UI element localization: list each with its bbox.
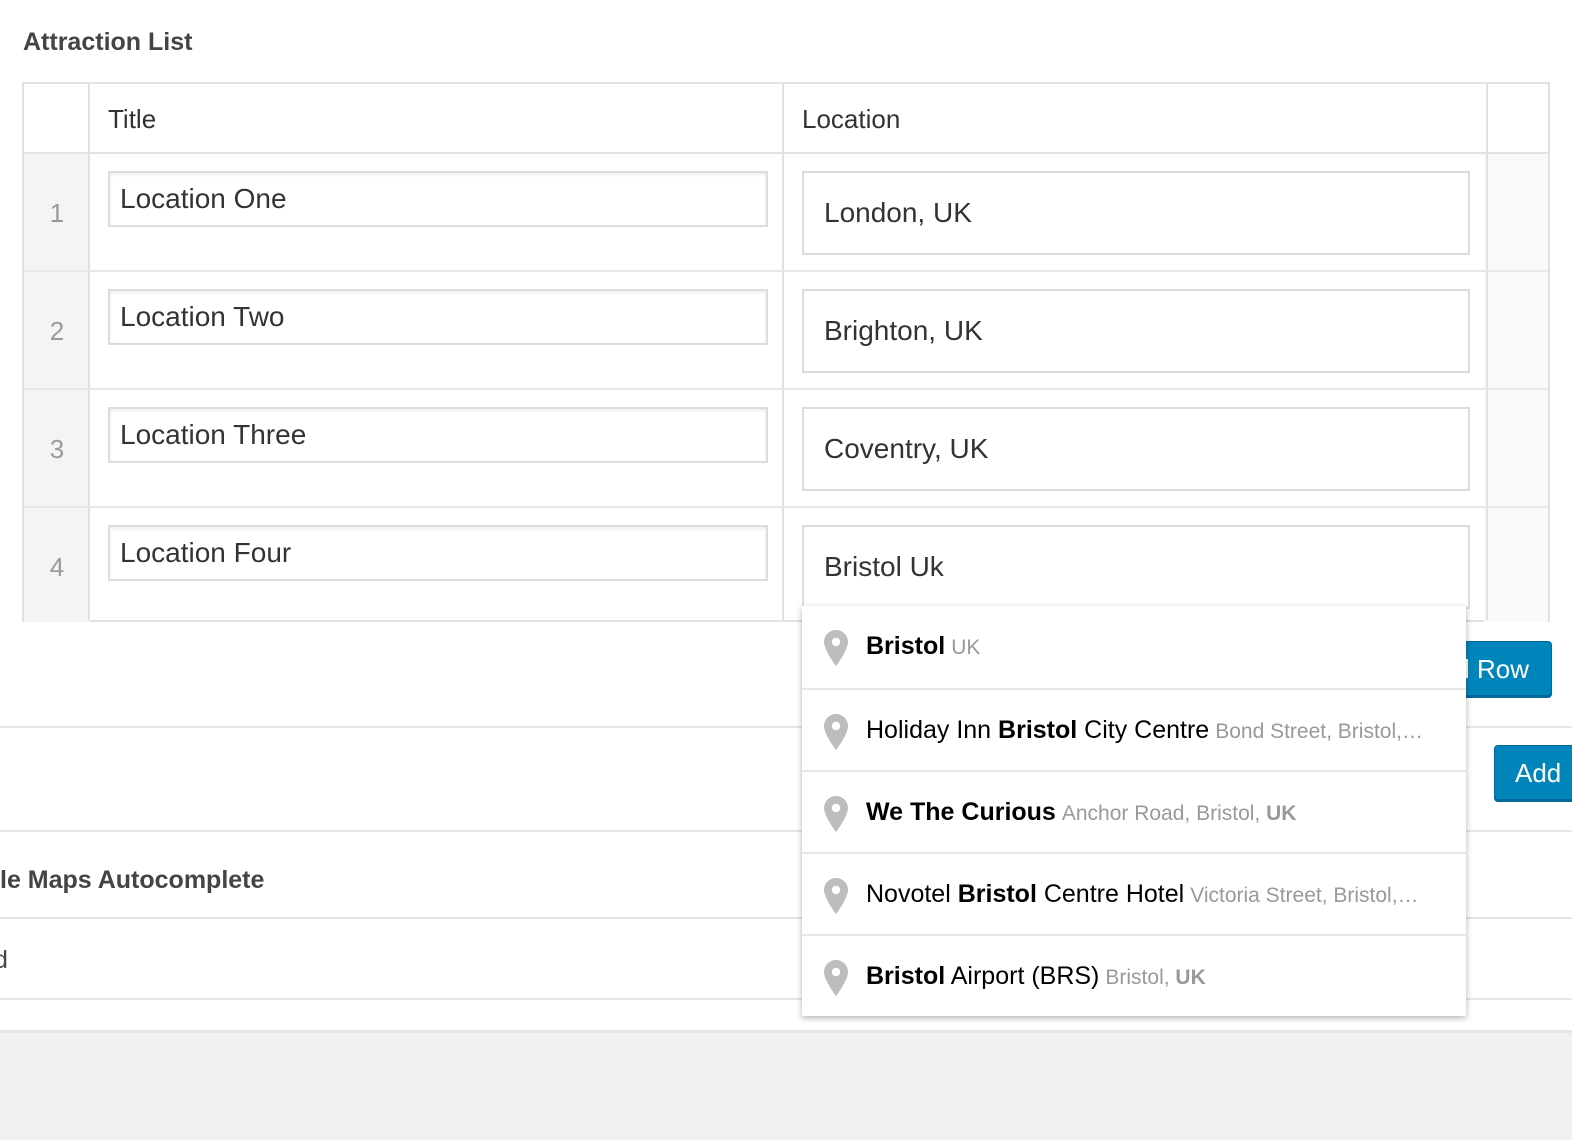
autocomplete-suggestion[interactable]: Novotel Bristol Centre Hotel Victoria Str… — [802, 852, 1466, 934]
map-pin-icon — [824, 878, 848, 914]
map-pin-icon — [824, 796, 848, 832]
map-pin-icon — [824, 960, 848, 996]
suggestion-main: Bristol Airport (BRS) — [866, 962, 1100, 990]
row-order-handle[interactable]: 1 — [24, 154, 90, 272]
suggestion-secondary: Anchor Road, Bristol, UK — [1061, 802, 1297, 825]
section-title: Attraction List — [23, 28, 193, 56]
autocomplete-suggestion[interactable]: Bristol Airport (BRS) Bristol, UK — [802, 934, 1466, 1016]
suggestion-text: Bristol UK — [866, 606, 1446, 688]
title-input[interactable] — [108, 525, 768, 581]
suggestion-text: Novotel Bristol Centre Hotel Victoria Str… — [866, 854, 1446, 934]
table-row: 2 — [24, 272, 1548, 390]
suggestion-main: We The Curious — [866, 798, 1056, 826]
suggestion-secondary: Bond Street, Bristol,… — [1215, 720, 1423, 743]
suggestion-secondary: Bristol, UK — [1105, 966, 1206, 989]
map-pin-icon — [824, 630, 848, 666]
table-header: Title Location — [24, 84, 1548, 154]
autocomplete-suggestion[interactable]: Bristol UK — [802, 606, 1466, 688]
autocomplete-suggestion[interactable]: Holiday Inn Bristol City Centre Bond Stre… — [802, 688, 1466, 770]
suggestion-text: We The Curious Anchor Road, Bristol, UK — [866, 772, 1446, 852]
column-header-location: Location — [802, 104, 901, 134]
suggestion-secondary: UK — [951, 636, 981, 659]
suggestion-main: Bristol — [866, 632, 946, 660]
suggestion-text: Bristol Airport (BRS) Bristol, UK — [866, 936, 1446, 1016]
title-input[interactable] — [108, 171, 768, 227]
field-row-text: d — [0, 946, 8, 974]
table-body: 1 2 3 4 — [24, 154, 1548, 622]
title-input[interactable] — [108, 289, 768, 345]
title-input[interactable] — [108, 407, 768, 463]
row-order-handle[interactable]: 2 — [24, 272, 90, 390]
field-group-heading: le Maps Autocomplete — [0, 866, 265, 894]
suggestion-main: Novotel Bristol Centre Hotel — [866, 880, 1185, 908]
autocomplete-suggestion[interactable]: We The Curious Anchor Road, Bristol, UK — [802, 770, 1466, 852]
row-order-handle[interactable]: 4 — [24, 508, 90, 626]
add-button[interactable]: Add — [1494, 745, 1572, 800]
location-input[interactable] — [802, 525, 1470, 609]
table-row: 1 — [24, 154, 1548, 272]
page: Attraction List Title Location 1 2 — [0, 0, 1572, 1140]
row-order-handle[interactable]: 3 — [24, 390, 90, 508]
map-pin-icon — [824, 714, 848, 750]
table-row: 3 — [24, 390, 1548, 508]
autocomplete-dropdown: Bristol UK Holiday Inn Bristol City Centr… — [802, 606, 1466, 1016]
suggestion-text: Holiday Inn Bristol City Centre Bond Stre… — [866, 690, 1446, 770]
location-input[interactable] — [802, 171, 1470, 255]
suggestion-secondary: Victoria Street, Bristol,… — [1190, 884, 1419, 907]
suggestion-main: Holiday Inn Bristol City Centre — [866, 716, 1210, 744]
column-header-title: Title — [108, 104, 157, 134]
location-input[interactable] — [802, 407, 1470, 491]
location-input[interactable] — [802, 289, 1470, 373]
attraction-repeater-table: Title Location 1 2 3 — [22, 82, 1550, 622]
